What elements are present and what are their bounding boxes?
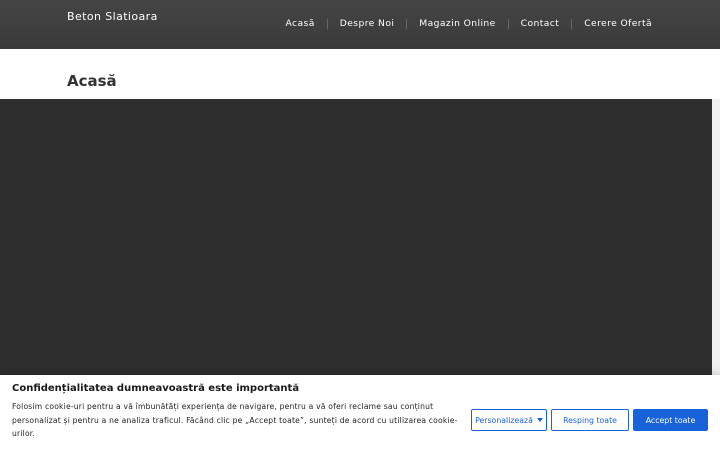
main-nav: Acasă Despre Noi Magazin Online Contact … xyxy=(286,18,652,29)
cookie-banner-text: Folosim cookie-uri pentru a vă îmbunătăț… xyxy=(12,402,458,438)
nav-separator xyxy=(326,18,328,29)
site-title-link[interactable]: Beton Slatioara xyxy=(67,10,158,23)
hero-section xyxy=(0,99,712,389)
cookie-consent-banner: Confidențialitatea dumneavoastră este im… xyxy=(0,375,720,450)
nav-link-cerere-oferta[interactable]: Cerere Ofertă xyxy=(584,18,652,29)
nav-separator xyxy=(406,18,408,29)
reject-all-button[interactable]: Resping toate xyxy=(551,409,629,431)
nav-separator xyxy=(507,18,509,29)
nav-link-contact[interactable]: Contact xyxy=(521,18,560,29)
cookie-banner-title: Confidențialitatea dumneavoastră este im… xyxy=(12,383,300,394)
caret-down-icon xyxy=(536,418,543,422)
accept-all-button[interactable]: Accept toate xyxy=(633,409,708,431)
site-header: Beton Slatioara Acasă Despre Noi Magazin… xyxy=(0,0,720,49)
page-title: Acasă xyxy=(67,72,117,90)
nav-link-acasa[interactable]: Acasă xyxy=(286,18,315,29)
nav-link-despre-noi[interactable]: Despre Noi xyxy=(340,18,395,29)
nav-separator xyxy=(571,18,573,29)
nav-link-magazin-online[interactable]: Magazin Online xyxy=(419,18,495,29)
customize-button-label: Personalizează xyxy=(475,415,533,425)
page-scrollbar[interactable] xyxy=(712,99,720,389)
customize-button[interactable]: Personalizează xyxy=(471,409,547,431)
